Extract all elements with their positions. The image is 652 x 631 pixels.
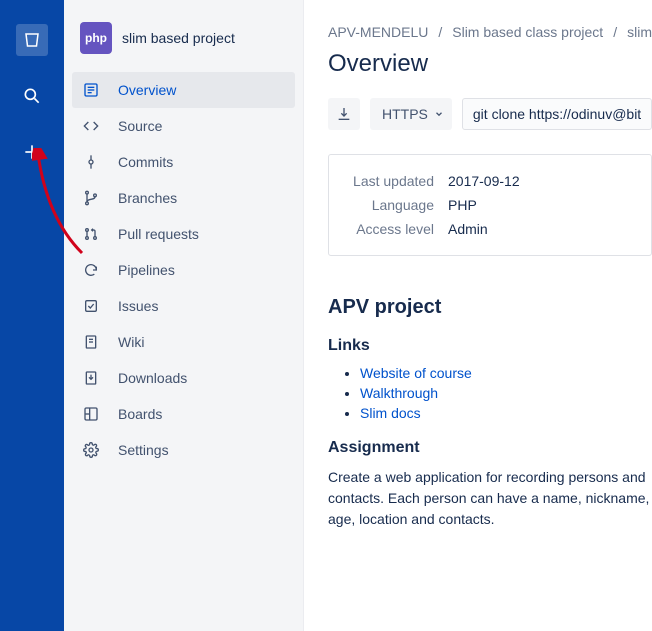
assignment-heading: Assignment [328, 439, 652, 457]
breadcrumb-item[interactable]: slim b [627, 24, 652, 40]
meta-value: Admin [448, 221, 488, 237]
overview-icon [82, 82, 100, 98]
project-avatar: php [80, 22, 112, 54]
readme-link[interactable]: Website of course [360, 365, 472, 381]
sidebar-item-label: Settings [118, 442, 169, 458]
sidebar-item-label: Commits [118, 154, 173, 170]
sidebar-item-label: Overview [118, 82, 176, 98]
issues-icon [82, 298, 100, 314]
repo-meta-box: Last updated 2017-09-12 Language PHP Acc… [328, 154, 652, 256]
readme-title: APV project [328, 296, 652, 319]
readme-link[interactable]: Walkthrough [360, 385, 438, 401]
sidebar-item-commits[interactable]: Commits [72, 144, 295, 180]
sidebar-item-label: Branches [118, 190, 177, 206]
source-icon [82, 118, 100, 134]
sidebar-item-wiki[interactable]: Wiki [72, 324, 295, 360]
links-heading: Links [328, 337, 652, 355]
wiki-icon [82, 334, 100, 350]
download-button[interactable] [328, 98, 360, 130]
sidebar-item-issues[interactable]: Issues [72, 288, 295, 324]
boards-icon [82, 406, 100, 422]
sidebar-item-pull-requests[interactable]: Pull requests [72, 216, 295, 252]
breadcrumb-item[interactable]: APV-MENDELU [328, 24, 428, 40]
clone-row: HTTPS [328, 98, 652, 130]
sidebar-item-overview[interactable]: Overview [72, 72, 295, 108]
branches-icon [82, 190, 100, 206]
project-title: slim based project [122, 30, 235, 46]
sidebar-item-label: Source [118, 118, 162, 134]
pull-requests-icon [82, 226, 100, 242]
sidebar-item-downloads[interactable]: Downloads [72, 360, 295, 396]
sidebar-item-source[interactable]: Source [72, 108, 295, 144]
page-title: Overview [328, 50, 652, 78]
meta-label: Language [349, 197, 434, 213]
commits-icon [82, 154, 100, 170]
downloads-icon [82, 370, 100, 386]
protocol-label: HTTPS [382, 106, 428, 122]
sidebar-item-label: Boards [118, 406, 162, 422]
settings-icon [82, 442, 100, 458]
sidebar-item-label: Issues [118, 298, 158, 314]
project-sidebar: php slim based project Overview Source C… [64, 0, 304, 631]
breadcrumb-item[interactable]: Slim based class project [452, 24, 603, 40]
plus-icon[interactable] [16, 136, 48, 168]
sidebar-item-branches[interactable]: Branches [72, 180, 295, 216]
sidebar-item-label: Pipelines [118, 262, 175, 278]
global-nav [0, 0, 64, 631]
links-list: Website of course Walkthrough Slim docs [328, 365, 652, 421]
chevron-down-icon [434, 109, 444, 119]
project-header[interactable]: php slim based project [72, 18, 295, 72]
clone-url-input[interactable] [462, 98, 652, 130]
sidebar-item-label: Pull requests [118, 226, 199, 242]
protocol-dropdown[interactable]: HTTPS [370, 98, 452, 130]
main-content: APV-MENDELU / Slim based class project /… [304, 0, 652, 631]
meta-label: Access level [349, 221, 434, 237]
sidebar-item-pipelines[interactable]: Pipelines [72, 252, 295, 288]
meta-label: Last updated [349, 173, 434, 189]
sidebar-item-boards[interactable]: Boards [72, 396, 295, 432]
sidebar-item-settings[interactable]: Settings [72, 432, 295, 468]
meta-value: PHP [448, 197, 477, 213]
bitbucket-logo-icon[interactable] [16, 24, 48, 56]
sidebar-item-label: Downloads [118, 370, 187, 386]
meta-value: 2017-09-12 [448, 173, 520, 189]
sidebar-item-label: Wiki [118, 334, 144, 350]
assignment-text: Create a web application for recording p… [328, 467, 652, 530]
search-icon[interactable] [16, 80, 48, 112]
pipelines-icon [82, 262, 100, 278]
readme-link[interactable]: Slim docs [360, 405, 421, 421]
